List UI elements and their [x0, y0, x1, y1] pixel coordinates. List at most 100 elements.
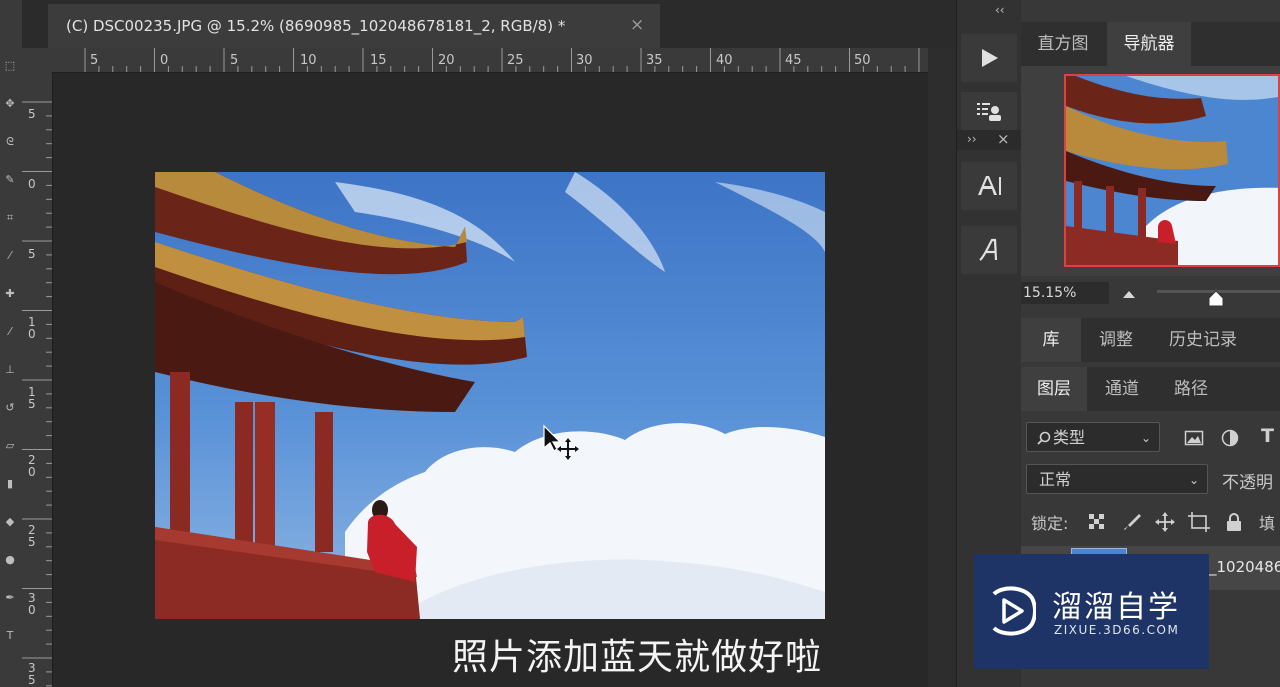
tab-layers[interactable]: 图层	[1021, 367, 1087, 411]
glyphs-icon	[979, 238, 998, 261]
pen-tool-icon[interactable]: ✒	[2, 590, 18, 606]
chevron-down-icon: ⌄	[1188, 473, 1199, 487]
quick-select-tool-icon[interactable]: ✎	[2, 172, 18, 188]
tab-paths[interactable]: 路径	[1157, 367, 1225, 411]
lock-artboard-icon[interactable]	[1188, 512, 1210, 532]
layers-tab-row: 图层 通道 路径	[1021, 367, 1280, 411]
eyedropper-tool-icon[interactable]: ⁄	[2, 248, 18, 264]
ruler-label: 25	[507, 53, 524, 68]
tab-channels[interactable]: 通道	[1089, 367, 1155, 411]
watermark-logo: 溜溜自学 ZIXUE.3D66.COM	[974, 554, 1209, 669]
play-logo-icon	[992, 586, 1036, 636]
ruler-label: 35	[646, 53, 663, 68]
watermark-url: ZIXUE.3D66.COM	[1054, 623, 1180, 637]
ruler-label: 0	[160, 53, 169, 68]
lock-pixels-brush-icon[interactable]	[1122, 512, 1142, 532]
properties-icon	[977, 103, 1001, 121]
move-cursor-icon	[543, 424, 579, 460]
layer-name[interactable]: _1020486	[1209, 558, 1280, 576]
lock-label: 锁定:	[1031, 514, 1069, 533]
move-tool-icon[interactable]: ✥	[2, 96, 18, 112]
properties-button[interactable]	[961, 92, 1017, 130]
glyphs-panel-button[interactable]	[961, 226, 1017, 274]
fill-label: 填	[1259, 514, 1276, 533]
horizontal-ruler[interactable]: 5 0 5 10 15 20 25 30 35 40 45 50	[52, 48, 928, 73]
vertical-ruler[interactable]: 5 0 5 10 15 20 25 30 35	[22, 72, 53, 687]
ruler-label: 20	[28, 453, 36, 479]
blur-tool-icon[interactable]: ◆	[2, 514, 18, 530]
tab-adjustments[interactable]: 调整	[1083, 318, 1149, 362]
type-tool-icon[interactable]: T	[2, 628, 18, 644]
close-panel-group-icon[interactable]: ×	[997, 130, 1010, 148]
play-icon	[982, 49, 998, 67]
watermark-brand: 溜溜自学	[1052, 590, 1180, 625]
lock-transparent-icon[interactable]	[1088, 513, 1106, 531]
collapse-panels-icon[interactable]: ‹‹	[995, 3, 1005, 17]
stamp-tool-icon[interactable]: ⊥	[2, 362, 18, 378]
search-icon	[1037, 431, 1051, 445]
image-filter-icon[interactable]	[1184, 429, 1204, 447]
ruler-label: 20	[438, 53, 455, 68]
canvas-scrollbar[interactable]	[928, 48, 956, 687]
ruler-label: 5	[28, 107, 36, 121]
ruler-label: 5	[90, 53, 99, 68]
zoom-out-icon[interactable]	[1121, 288, 1137, 300]
navigator-preview[interactable]	[1064, 74, 1280, 267]
chevron-down-icon: ⌄	[1140, 431, 1151, 445]
document-tab-title: (C) DSC00235.JPG @ 15.2% (8690985_102048…	[66, 17, 566, 35]
marquee-tool-icon[interactable]: ⬚	[2, 58, 18, 74]
ruler-label: 10	[28, 315, 36, 341]
ruler-label: 10	[300, 53, 317, 68]
ruler-label: 5	[230, 53, 239, 68]
ruler-label: 5	[28, 247, 36, 261]
tools-panel: ⬚ ✥ ᘓ ✎ ⌗ ⁄ ✚ ⁄ ⊥ ↺ ▱ ▮ ◆ ● ✒ T	[0, 0, 23, 687]
expand-panels-icon[interactable]: ››	[967, 132, 977, 146]
lock-all-icon[interactable]	[1225, 512, 1243, 532]
ruler-label: 0	[28, 177, 36, 191]
tab-history[interactable]: 历史记录	[1151, 318, 1255, 362]
tab-histogram[interactable]: 直方图	[1021, 22, 1105, 66]
ruler-label: 35	[28, 661, 36, 687]
blend-mode-select[interactable]: 正常 ⌄	[1026, 464, 1208, 494]
lock-position-icon[interactable]	[1155, 512, 1175, 532]
blend-mode-value: 正常	[1039, 470, 1072, 489]
gradient-tool-icon[interactable]: ▮	[2, 476, 18, 492]
type-filter-icon[interactable]: T	[1261, 425, 1274, 447]
tab-navigator[interactable]: 导航器	[1107, 22, 1191, 66]
play-action-button[interactable]	[961, 34, 1017, 82]
ruler-label: 50	[854, 53, 871, 68]
navigator-tab-row: 直方图 导航器	[1021, 22, 1280, 66]
layer-filter-label: 类型	[1053, 428, 1086, 447]
close-tab-icon[interactable]: ×	[630, 15, 644, 35]
ruler-label: 25	[28, 523, 36, 549]
opacity-label: 不透明	[1222, 473, 1273, 493]
healing-tool-icon[interactable]: ✚	[2, 286, 18, 302]
ruler-label: 40	[716, 53, 733, 68]
library-tab-row: 库 调整 历史记录	[1021, 318, 1280, 362]
ruler-label: 15	[28, 385, 36, 411]
pavilion-photo	[155, 172, 825, 619]
ruler-origin[interactable]	[22, 48, 52, 72]
history-brush-tool-icon[interactable]: ↺	[2, 400, 18, 416]
ruler-label: 15	[370, 53, 387, 68]
document-image[interactable]	[155, 172, 825, 619]
zoom-slider-thumb[interactable]	[1207, 290, 1225, 308]
lasso-tool-icon[interactable]: ᘓ	[2, 134, 18, 150]
ruler-label: 45	[785, 53, 802, 68]
dodge-tool-icon[interactable]: ●	[2, 552, 18, 568]
document-tab[interactable]: (C) DSC00235.JPG @ 15.2% (8690985_102048…	[48, 4, 660, 48]
layer-filter-select[interactable]: 类型 ⌄	[1026, 422, 1160, 452]
document-tab-strip: (C) DSC00235.JPG @ 15.2% (8690985_102048…	[22, 0, 956, 48]
crop-tool-icon[interactable]: ⌗	[2, 210, 18, 226]
zoom-percent-field[interactable]: 15.15%	[1021, 282, 1109, 304]
panel-group-header: ›› ×	[957, 130, 1021, 150]
tab-libraries[interactable]: 库	[1021, 318, 1081, 362]
eraser-tool-icon[interactable]: ▱	[2, 438, 18, 454]
ruler-label: 30	[28, 591, 36, 617]
adjustment-filter-icon[interactable]	[1221, 429, 1239, 447]
character-panel-button[interactable]	[961, 162, 1017, 210]
navigator-thumbnail	[1066, 76, 1278, 265]
video-subtitle: 照片添加蓝天就做好啦	[452, 637, 823, 678]
brush-tool-icon[interactable]: ⁄	[2, 324, 18, 340]
character-icon	[978, 176, 1001, 195]
